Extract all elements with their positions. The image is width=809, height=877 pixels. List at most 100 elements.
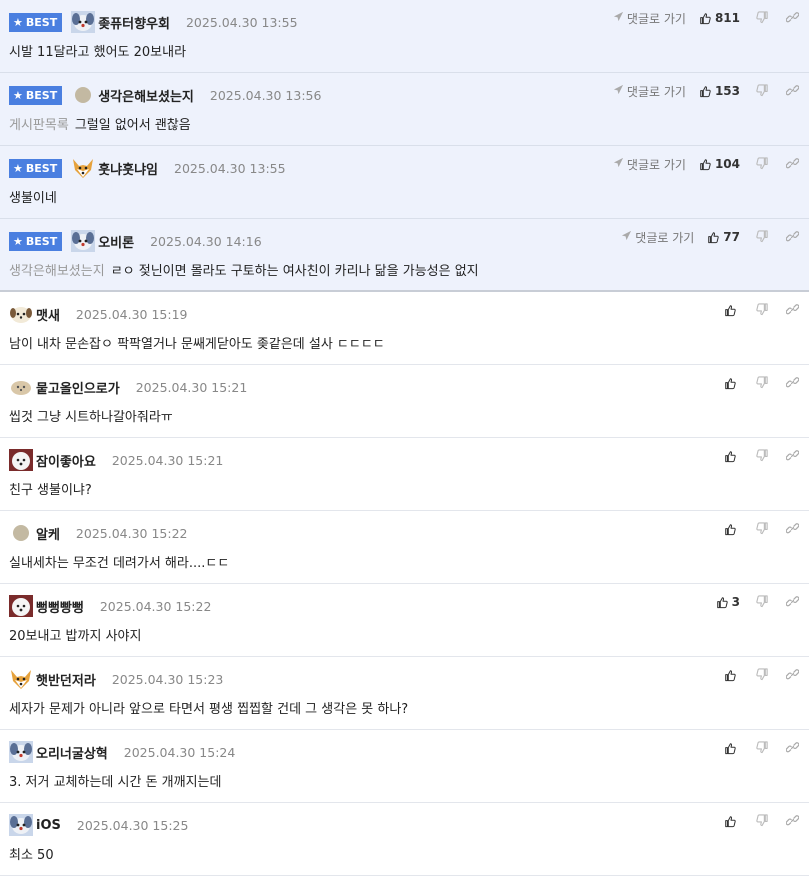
nickname[interactable]: 뭍고올인으로가 <box>36 378 120 397</box>
go-to-reply-link[interactable]: 댓글로 가기 <box>613 156 686 173</box>
send-icon <box>621 230 635 244</box>
nickname[interactable]: 훗냐훗냐임 <box>98 159 158 178</box>
reply-target[interactable]: 생각은해보셨는지 <box>9 264 105 279</box>
like-count: 811 <box>714 11 740 25</box>
like-button[interactable] <box>724 521 740 537</box>
nickname[interactable]: 햇반던저라 <box>36 670 96 689</box>
copy-link-button[interactable] <box>784 10 800 26</box>
nickname[interactable]: 오리너굴상혁 <box>36 743 108 762</box>
copy-link-button[interactable] <box>784 302 800 318</box>
beige-dog-avatar[interactable] <box>9 376 33 398</box>
like-button[interactable]: 104 <box>699 156 740 172</box>
copy-link-button[interactable] <box>784 594 800 610</box>
fox-avatar[interactable] <box>71 157 95 179</box>
blue-dog-avatar[interactable] <box>9 741 33 763</box>
like-button[interactable] <box>724 375 740 391</box>
link-icon <box>785 447 799 466</box>
copy-link-button[interactable] <box>784 813 800 829</box>
dislike-button[interactable] <box>754 10 770 26</box>
dislike-button[interactable] <box>754 521 770 537</box>
comment-body: 남이 내차 문손잡ㅇ 팍팍열거나 문쌔게닫아도 좆같은데 설사 ㄷㄷㄷㄷ <box>9 333 385 352</box>
send-icon <box>613 157 627 171</box>
link-icon <box>785 82 799 101</box>
fox-avatar[interactable] <box>9 668 33 690</box>
comment-actions: 댓글로 가기 153 <box>613 82 800 100</box>
reply-target[interactable]: 게시판목록 <box>9 118 69 133</box>
like-count: 77 <box>723 230 740 244</box>
dislike-button[interactable] <box>754 156 770 172</box>
comment-body: 3. 저거 교체하는데 시간 돈 개깨지는데 <box>9 771 221 790</box>
best-comment: ★ BEST 생각은해보셨는지 2025.04.30 13:56 게시판목록 그럴일 없어… <box>0 73 809 146</box>
nickname[interactable]: iOS <box>36 818 61 833</box>
copy-link-button[interactable] <box>784 521 800 537</box>
copy-link-button[interactable] <box>784 375 800 391</box>
comment-text: 그럴일 없어서 괜찮음 <box>74 118 191 133</box>
comment-actions: 댓글로 가기 811 <box>613 9 800 27</box>
comment-text: 최소 50 <box>9 848 54 863</box>
copy-link-button[interactable] <box>784 667 800 683</box>
maltese-avatar[interactable] <box>9 595 33 617</box>
timestamp: 2025.04.30 15:22 <box>75 525 188 541</box>
like-button[interactable]: 77 <box>707 229 740 245</box>
comment-body: 세자가 문제가 아니라 앞으로 타면서 평생 찝찝할 건데 그 생각은 못 하나… <box>9 698 408 717</box>
blue-dog-avatar[interactable] <box>71 11 96 33</box>
go-to-reply-link[interactable]: 댓글로 가기 <box>621 229 694 246</box>
puppy-avatar[interactable] <box>9 303 33 325</box>
nickname[interactable]: 맷새 <box>36 305 60 324</box>
like-button[interactable] <box>724 302 740 318</box>
timestamp: 2025.04.30 15:19 <box>75 306 188 322</box>
link-icon <box>785 228 799 247</box>
thumbs-down-icon <box>755 9 769 28</box>
thumbs-down-icon <box>755 82 769 101</box>
like-button[interactable] <box>724 448 740 464</box>
dislike-button[interactable] <box>754 448 770 464</box>
dislike-button[interactable] <box>754 375 770 391</box>
comment-header: 햇반던저라 2025.04.30 15:23 <box>9 668 223 690</box>
dislike-button[interactable] <box>754 229 770 245</box>
dislike-button[interactable] <box>754 813 770 829</box>
like-button[interactable]: 153 <box>699 83 740 99</box>
thumbs-up-icon <box>699 10 715 26</box>
maltese-avatar[interactable] <box>9 449 33 471</box>
copy-link-button[interactable] <box>784 740 800 756</box>
go-to-reply-link[interactable]: 댓글로 가기 <box>613 10 686 27</box>
go-to-reply-link[interactable]: 댓글로 가기 <box>613 83 686 100</box>
link-icon <box>785 593 799 612</box>
comment-text: 세자가 문제가 아니라 앞으로 타면서 평생 찝찝할 건데 그 생각은 못 하나… <box>9 702 409 717</box>
nickname[interactable]: 좆퓨터향우회 <box>98 13 170 32</box>
dislike-button[interactable] <box>754 83 770 99</box>
comment: iOS 2025.04.30 15:25 최소 50 <box>0 803 809 876</box>
nickname[interactable]: 뻥뻥빵뻥 <box>36 597 84 616</box>
dislike-button[interactable] <box>754 302 770 318</box>
thumbs-up-icon <box>716 594 732 610</box>
dislike-button[interactable] <box>754 667 770 683</box>
copy-link-button[interactable] <box>784 448 800 464</box>
comment-header: 오리너굴상혁 2025.04.30 15:24 <box>9 741 235 763</box>
like-button[interactable] <box>724 813 740 829</box>
blue-dog-avatar[interactable] <box>9 814 33 836</box>
blue-dog-avatar[interactable] <box>71 230 96 252</box>
comment: 뭍고올인으로가 2025.04.30 15:21 씹것 그냥 시트하나갈아줘라ㅠ <box>0 365 809 438</box>
nickname[interactable]: 잠이좋아요 <box>36 451 96 470</box>
copy-link-button[interactable] <box>784 83 800 99</box>
nickname[interactable]: 오비론 <box>98 232 134 251</box>
timestamp: 2025.04.30 13:55 <box>185 14 298 30</box>
comment-text: 시발 11달라고 했어도 20보내라 <box>9 45 187 60</box>
star-icon: ★ <box>13 88 23 102</box>
like-button[interactable]: 3 <box>716 594 740 610</box>
dislike-button[interactable] <box>754 594 770 610</box>
timestamp: 2025.04.30 13:56 <box>209 87 322 103</box>
like-button[interactable] <box>724 740 740 756</box>
gray-dot-avatar[interactable] <box>9 522 33 544</box>
thumbs-down-icon <box>755 155 769 174</box>
comment-header: ★ BEST 오비론 2025.04.30 14:16 <box>9 230 262 252</box>
nickname[interactable]: 생각은해보셨는지 <box>98 86 194 105</box>
nickname[interactable]: 알케 <box>36 524 60 543</box>
dislike-button[interactable] <box>754 740 770 756</box>
like-button[interactable]: 811 <box>699 10 740 26</box>
gray-dot-avatar[interactable] <box>71 84 95 106</box>
copy-link-button[interactable] <box>784 229 800 245</box>
copy-link-button[interactable] <box>784 156 800 172</box>
comment-header: 뻥뻥빵뻥 2025.04.30 15:22 <box>9 595 211 617</box>
like-button[interactable] <box>724 667 740 683</box>
